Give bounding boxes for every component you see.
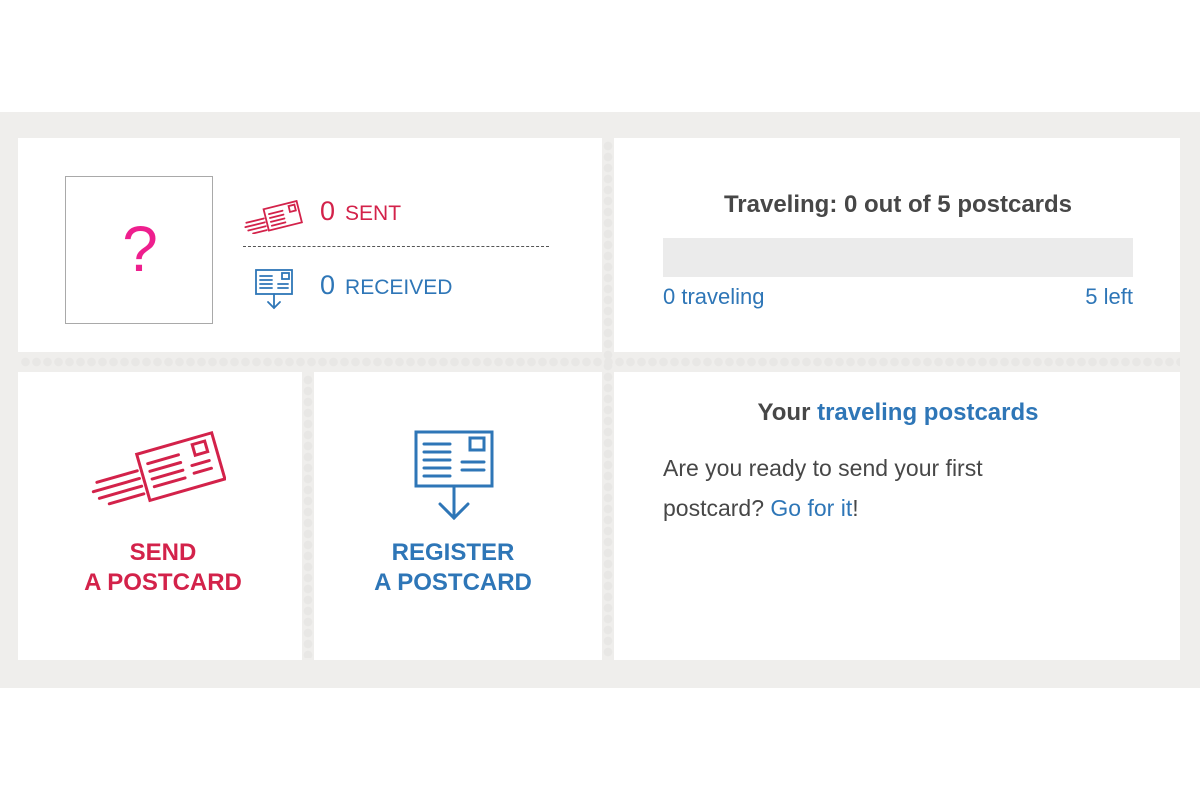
register-postcard-label-line1: REGISTER: [391, 539, 515, 566]
stats-divider: [243, 246, 549, 247]
received-count: 0 RECEIVED: [320, 270, 452, 303]
traveling-title: Traveling: 0 out of 5 postcards: [723, 191, 1073, 218]
received-count-value: 0: [320, 270, 336, 300]
sent-count: 0 SENT: [320, 196, 401, 229]
first-postcard-message-end: !: [852, 495, 859, 521]
avatar[interactable]: ?: [65, 176, 213, 324]
traveling-postcards-link[interactable]: traveling postcards: [817, 399, 1038, 426]
perforation-divider: [302, 374, 314, 658]
register-postcard-icon: [412, 428, 496, 522]
sent-label: SENT: [345, 202, 402, 225]
perforation-divider: [602, 140, 614, 658]
send-postcard-icon: [86, 428, 226, 508]
register-postcard-label-line2: A POSTCARD: [374, 569, 532, 596]
sent-icon: [242, 200, 304, 234]
traveling-count-label: 0 traveling: [663, 284, 765, 309]
sent-count-value: 0: [320, 196, 336, 226]
go-for-it-link[interactable]: Go for it: [770, 495, 852, 521]
send-postcard-button[interactable]: SEND A POSTCARD: [40, 428, 286, 603]
received-label: RECEIVED: [345, 276, 453, 299]
traveling-progress-bar: [663, 238, 1133, 277]
send-postcard-label-line1: SEND: [129, 539, 197, 566]
first-postcard-message: Are you ready to send your first postcar…: [663, 448, 1083, 528]
send-postcard-label-line2: A POSTCARD: [84, 569, 242, 596]
remaining-count-label: 5 left: [1085, 284, 1133, 309]
traveling-postcards-heading: Your traveling postcards: [663, 398, 1133, 428]
register-postcard-button[interactable]: REGISTER A POSTCARD: [340, 428, 566, 603]
received-icon: [254, 268, 294, 312]
traveling-postcards-heading-prefix: Your: [757, 399, 818, 426]
perforation-divider: [20, 356, 1180, 368]
avatar-placeholder: ?: [122, 213, 158, 285]
